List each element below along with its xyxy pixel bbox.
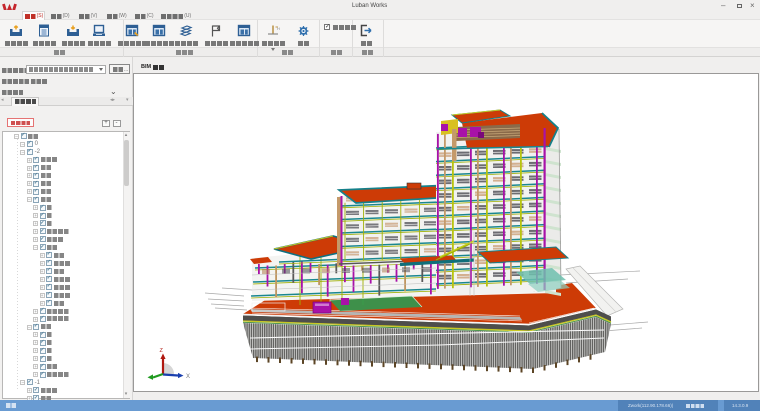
svg-text:Z: Z (160, 348, 164, 354)
svg-text:X: X (186, 374, 190, 380)
